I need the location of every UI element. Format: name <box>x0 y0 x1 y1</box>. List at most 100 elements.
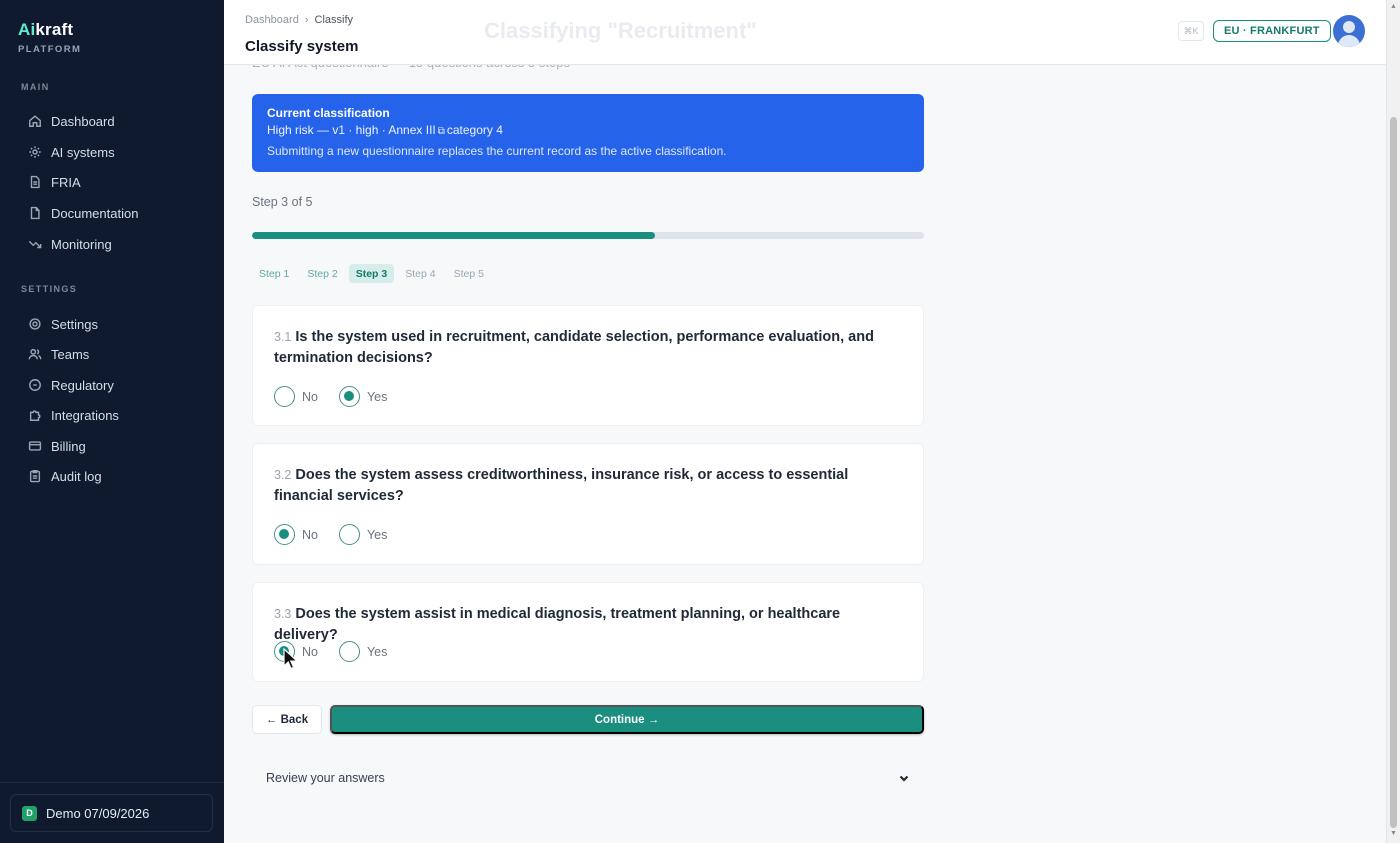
option-no[interactable]: No <box>274 524 318 545</box>
radio-yes[interactable] <box>338 641 360 662</box>
card-icon <box>28 441 42 451</box>
breadcrumb-current: Classify <box>314 14 354 26</box>
sidebar-item-label: AI systems <box>51 144 115 160</box>
brand: Aikraft PLATFORM <box>18 20 81 55</box>
sidebar-item-settings[interactable]: Settings <box>20 310 210 338</box>
page-scrollbar[interactable]: ▲ ▼ <box>1386 0 1400 843</box>
sidebar-divider <box>0 782 224 783</box>
step-counter: Step 3 of 5 <box>252 195 313 209</box>
question-prompt: Does the system assist in medical diagno… <box>274 606 841 643</box>
app-logo[interactable]: Aikraft <box>18 20 81 40</box>
gear-icon <box>29 318 41 330</box>
tab-step-4[interactable]: Step 4 <box>398 264 442 283</box>
mouse-cursor-icon <box>283 648 297 670</box>
review-label: Review your answers <box>266 771 385 785</box>
tab-step-1[interactable]: Step 1 <box>252 264 296 283</box>
avatar[interactable] <box>1333 15 1365 47</box>
option-yes[interactable]: Yes <box>338 524 388 545</box>
question-card-3-3: 3.3 Does the system assist in medical dia… <box>252 582 924 682</box>
sidebar-item-label: Regulatory <box>51 377 114 393</box>
option-label: No <box>302 644 318 659</box>
top-header: Classifying "Recruitment" Dashboard › Cl… <box>224 0 1386 65</box>
trend-down-icon <box>28 240 42 249</box>
option-label: Yes <box>366 527 388 542</box>
sidebar-item-label: Monitoring <box>51 236 112 252</box>
workspace-switcher[interactable]: D Demo 07/09/2026 <box>10 794 213 832</box>
sidebar-item-monitoring[interactable]: Monitoring <box>20 230 210 258</box>
home-icon <box>29 115 41 127</box>
sidebar-item-documentation[interactable]: Documentation <box>20 199 210 227</box>
page-title: Classify system <box>245 38 359 55</box>
tab-step-2[interactable]: Step 2 <box>300 264 344 283</box>
radio-no[interactable] <box>274 386 295 407</box>
classification-summary: High risk — v1 · high · Annex III <box>267 123 436 137</box>
sidebar-item-label: Integrations <box>51 407 119 423</box>
radio-no[interactable] <box>274 524 295 545</box>
question-number: 3.2 <box>274 468 292 482</box>
progress-bar <box>252 232 924 239</box>
scrollbar-thumb[interactable] <box>1390 117 1397 828</box>
puzzle-icon <box>29 410 41 421</box>
option-label: No <box>302 389 318 404</box>
sidebar-item-billing[interactable]: Billing <box>20 432 210 460</box>
info-circle-icon <box>29 379 41 391</box>
scroll-down-arrow-icon[interactable]: ▼ <box>1390 830 1397 837</box>
radio-yes[interactable] <box>338 386 360 407</box>
review-answers-toggle[interactable]: Review your answers <box>252 760 924 796</box>
sidebar-item-audit-log[interactable]: Audit log <box>20 462 210 490</box>
option-label: No <box>302 527 318 542</box>
scroll-up-arrow-icon[interactable]: ▲ <box>1390 3 1397 10</box>
workspace-label: Demo 07/09/2026 <box>46 805 150 821</box>
avatar-body <box>1338 35 1360 47</box>
tab-step-5[interactable]: Step 5 <box>447 264 491 283</box>
progress-fill <box>252 232 656 239</box>
breadcrumb-link-dashboard[interactable]: Dashboard <box>245 14 299 26</box>
banner-classification: High risk — v1 · high · Annex III ⧉ catego… <box>267 123 909 137</box>
sidebar-item-regulatory[interactable]: Regulatory <box>20 371 210 399</box>
chevron-right-icon: › <box>304 14 309 26</box>
question-card-3-2: 3.2 Does the system assess creditworthine… <box>252 443 924 565</box>
option-no[interactable]: No <box>274 386 318 407</box>
continue-button[interactable]: Continue → <box>330 705 924 734</box>
sidebar-item-teams[interactable]: Teams <box>20 340 210 368</box>
sidebar-item-dashboard[interactable]: Dashboard <box>20 107 210 135</box>
question-card-3-1: 3.1 Is the system used in recruitment, ca… <box>252 305 924 426</box>
classification-category: category 4 <box>446 123 503 137</box>
command-palette-shortcut[interactable]: ⌘K <box>1178 21 1204 41</box>
region-badge[interactable]: EU · FRANKFURT <box>1213 20 1331 42</box>
avatar-head <box>1343 21 1355 33</box>
question-number: 3.1 <box>274 330 292 344</box>
answer-options: No Yes <box>274 524 387 545</box>
option-label: Yes <box>366 644 388 659</box>
banner-note: Submitting a new questionnaire replaces … <box>267 144 727 158</box>
external-link-icon[interactable]: ⧉ <box>438 126 445 137</box>
question-text: 3.2 Does the system assess creditworthine… <box>274 465 906 507</box>
brand-subtitle: PLATFORM <box>18 44 82 55</box>
answer-options: No Yes <box>274 386 387 407</box>
question-text: 3.1 Is the system used in recruitment, ca… <box>274 327 906 369</box>
option-yes[interactable]: Yes <box>338 641 388 662</box>
document-icon <box>30 175 40 189</box>
sidebar-item-integrations[interactable]: Integrations <box>20 401 210 429</box>
gear-icon <box>29 146 41 158</box>
sidebar-item-label: Billing <box>51 438 86 454</box>
chevron-down-icon <box>899 775 909 782</box>
sidebar-item-ai-systems[interactable]: AI systems <box>20 138 210 166</box>
tab-step-3[interactable]: Step 3 <box>348 264 395 283</box>
step-tabs: Step 1 Step 2 Step 3 Step 4 Step 5 <box>252 264 491 283</box>
banner-title: Current classification <box>267 106 390 120</box>
scrolled-page-heading: Classifying "Recruitment" <box>484 18 757 43</box>
current-classification-banner: Current classification High risk — v1 · … <box>252 94 924 172</box>
sidebar: Aikraft PLATFORM MAIN Dashboard AI syste… <box>0 0 224 843</box>
sidebar-item-label: Teams <box>51 346 90 362</box>
clipboard-icon <box>29 470 41 483</box>
radio-yes[interactable] <box>338 524 360 545</box>
question-text: 3.3 Does the system assist in medical dia… <box>274 604 906 646</box>
option-yes[interactable]: Yes <box>338 386 387 407</box>
workspace-badge: D <box>22 805 37 821</box>
sidebar-item-label: FRIA <box>51 174 81 190</box>
sidebar-item-label: Documentation <box>51 205 139 221</box>
back-button[interactable]: ← Back <box>252 705 322 734</box>
sidebar-item-fria[interactable]: FRIA <box>20 168 210 196</box>
question-number: 3.3 <box>274 607 292 621</box>
